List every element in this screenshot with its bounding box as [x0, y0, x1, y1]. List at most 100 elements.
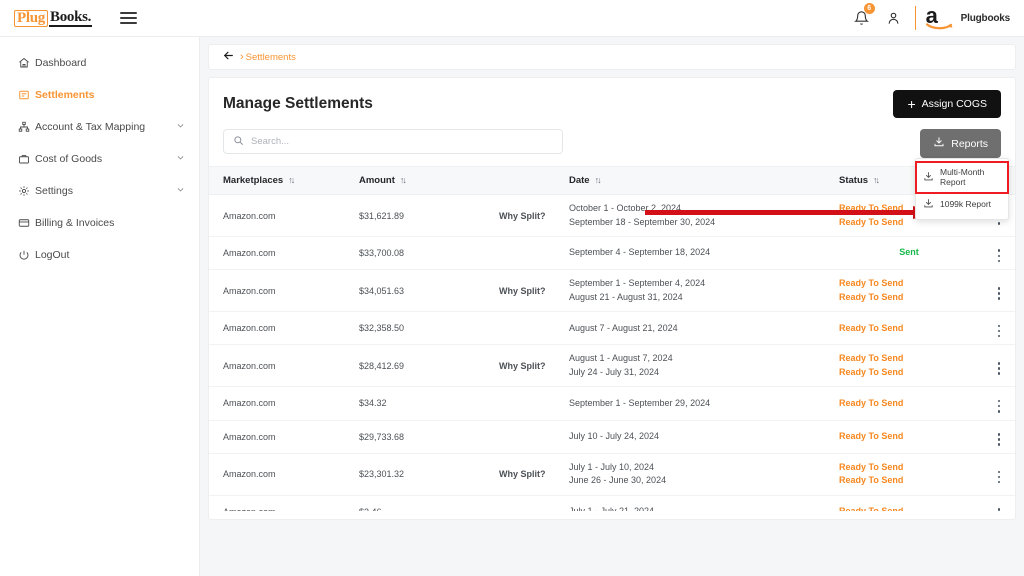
- table-row[interactable]: Amazon.com $29,733.68 July 10 - July 24, 2…: [209, 420, 1015, 454]
- sidebar-item-cost-of-goods[interactable]: Cost of Goods: [0, 145, 199, 173]
- sidebar-item-billing-invoices[interactable]: Billing & Invoices: [0, 209, 199, 237]
- sidebar-item-label: Billing & Invoices: [35, 217, 115, 229]
- menu-item-multi-month-report[interactable]: Multi-Month Report: [915, 161, 1009, 194]
- cell-actions: [979, 269, 1015, 313]
- search-icon: [233, 133, 244, 151]
- assign-cogs-button[interactable]: + Assign COGS: [893, 90, 1001, 118]
- date-range: August 21 - August 31, 2024: [569, 291, 683, 302]
- sidebar-item-dashboard[interactable]: Dashboard: [0, 49, 199, 77]
- row-menu-icon[interactable]: [997, 324, 1001, 338]
- sidebar-item-label: Cost of Goods: [35, 153, 103, 165]
- notifications-button[interactable]: 6: [847, 3, 877, 26]
- card-icon: [18, 217, 35, 229]
- column-header-amount[interactable]: Amount ↑↓: [359, 166, 499, 195]
- sidebar-item-settlements[interactable]: Settlements: [0, 81, 199, 109]
- user-account-button[interactable]: [877, 10, 911, 26]
- row-menu-icon[interactable]: [997, 249, 1001, 263]
- cell-date: July 1 - July 21, 2024: [569, 495, 839, 511]
- search-box[interactable]: [223, 129, 563, 154]
- dot: [997, 362, 1001, 365]
- why-split-link[interactable]: Why Split?: [499, 269, 569, 313]
- cell-amount: $3.46: [359, 495, 499, 511]
- table-header-row: Marketplaces ↑↓ Amount ↑↓ Date ↑↓ Status ↑↓: [209, 166, 1015, 195]
- cell-date: September 1 - September 4, 2024 August 21…: [569, 269, 839, 313]
- date-range: June 26 - June 30, 2024: [569, 475, 667, 486]
- row-menu-icon[interactable]: [997, 399, 1001, 413]
- why-split-link[interactable]: Why Split?: [499, 344, 569, 388]
- sort-icon[interactable]: ↑↓: [873, 175, 880, 185]
- cell-amount: $33,700.08: [359, 236, 499, 271]
- hamburger-menu-icon[interactable]: [120, 12, 138, 24]
- cell-date: September 1 - September 29, 2024: [569, 386, 839, 421]
- row-menu-icon[interactable]: [997, 508, 1001, 511]
- hamburger-bar: [120, 12, 138, 14]
- menu-item-1099k-report[interactable]: 1099k Report: [916, 193, 1008, 216]
- top-bar: Plug Books. 6 a Plugbooks: [0, 0, 1024, 37]
- dot: [997, 475, 1001, 479]
- cell-date: July 1 - July 10, 2024 June 26 - June 30,…: [569, 453, 839, 496]
- cell-status: Ready To Send Ready To Send: [839, 269, 979, 313]
- column-label: Date: [569, 175, 590, 186]
- cell-amount: $29,733.68: [359, 420, 499, 454]
- cell-marketplace: Amazon.com: [209, 495, 359, 511]
- table-row[interactable]: Amazon.com $23,301.32 Why Split? July 1 - J…: [209, 453, 1015, 496]
- amazon-logo: a: [925, 5, 954, 30]
- cell-marketplace: Amazon.com: [209, 453, 359, 496]
- dot: [997, 297, 1001, 300]
- row-menu-icon[interactable]: [997, 470, 1001, 484]
- sidebar-item-logout[interactable]: LogOut: [0, 241, 199, 269]
- briefcase-icon: [18, 153, 35, 165]
- search-input[interactable]: [251, 136, 553, 147]
- row-menu-icon[interactable]: [997, 287, 1001, 300]
- cell-marketplace: Amazon.com: [209, 269, 359, 313]
- sort-icon[interactable]: ↑↓: [288, 175, 295, 185]
- status-badge: Ready To Send: [839, 366, 904, 377]
- sidebar-item-label: Settlements: [35, 89, 95, 101]
- cell-status: Sent: [839, 236, 979, 271]
- row-menu-icon[interactable]: [997, 432, 1001, 446]
- plugbooks-logo[interactable]: Plug Books.: [14, 9, 93, 27]
- row-menu-icon[interactable]: [997, 362, 1001, 375]
- sort-icon[interactable]: ↑↓: [400, 175, 407, 185]
- why-split-link[interactable]: Why Split?: [499, 453, 569, 496]
- sidebar-item-account-tax-mapping[interactable]: Account & Tax Mapping: [0, 113, 199, 141]
- status-badge: Ready To Send: [839, 475, 904, 486]
- menu-item-label: Multi-Month Report: [940, 167, 985, 188]
- reports-button[interactable]: Reports: [920, 129, 1001, 158]
- cell-status: Ready To Send: [839, 420, 979, 454]
- table-row[interactable]: Amazon.com $33,700.08 September 4 - Septem…: [209, 236, 1015, 271]
- dot: [997, 409, 1001, 413]
- download-icon: [923, 171, 934, 184]
- dot: [997, 470, 1001, 474]
- cell-actions: [979, 344, 1015, 388]
- date-range: September 1 - September 4, 2024: [569, 278, 706, 289]
- breadcrumb: › Settlements: [208, 44, 1016, 70]
- cell-split-empty: [499, 495, 569, 511]
- status-badge: Ready To Send: [839, 353, 904, 364]
- table-row[interactable]: Amazon.com $28,412.69 Why Split? August 1 -…: [209, 344, 1015, 388]
- back-arrow-icon[interactable]: [221, 49, 236, 65]
- dot: [997, 259, 1001, 263]
- column-header-marketplaces[interactable]: Marketplaces ↑↓: [209, 166, 359, 195]
- dot: [997, 367, 1001, 370]
- column-header-date[interactable]: Date ↑↓: [569, 166, 839, 195]
- amazon-marketplace-indicator[interactable]: a Plugbooks: [925, 5, 1010, 30]
- download-icon: [923, 198, 934, 211]
- why-split-link[interactable]: Why Split?: [499, 194, 569, 237]
- table-row[interactable]: Amazon.com $34,051.63 Why Split? September …: [209, 269, 1015, 313]
- breadcrumb-current[interactable]: Settlements: [246, 52, 296, 63]
- table-row[interactable]: Amazon.com $32,358.50 August 7 - August 21…: [209, 311, 1015, 346]
- table-row[interactable]: Amazon.com$3.46 July 1 - July 21, 2024Rea…: [209, 495, 1015, 511]
- cell-status: Ready To Send: [839, 386, 979, 421]
- sidebar-item-settings[interactable]: Settings: [0, 177, 199, 205]
- gear-icon: [18, 185, 35, 197]
- home-icon: [18, 57, 35, 69]
- power-icon: [18, 249, 35, 261]
- status-badge: Sent: [899, 247, 919, 258]
- dot: [997, 480, 1001, 484]
- breadcrumb-chevron-icon: ›: [240, 51, 244, 63]
- table-row[interactable]: Amazon.com $34.32 September 1 - September …: [209, 386, 1015, 421]
- sort-icon[interactable]: ↑↓: [595, 175, 602, 185]
- cell-split-empty: [499, 236, 569, 271]
- table-toolbar: Reports Multi-Month Report: [209, 126, 1015, 221]
